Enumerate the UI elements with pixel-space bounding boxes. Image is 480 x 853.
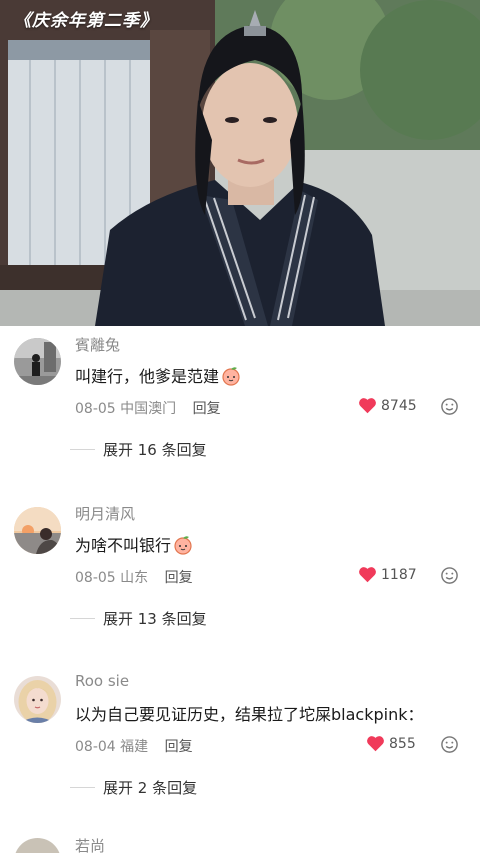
comment-username[interactable]: 若尚 xyxy=(75,835,105,853)
expand-replies-label: 展开 16 条回复 xyxy=(103,441,207,459)
heart-icon xyxy=(359,567,376,583)
like-button[interactable]: 855 xyxy=(366,735,416,752)
comment-username[interactable]: 明月清风 xyxy=(75,503,135,524)
emoji-reaction-button[interactable] xyxy=(440,397,459,420)
comment-meta: 08-05 中国澳门 回复 xyxy=(75,398,221,418)
video-frame xyxy=(0,0,480,326)
heart-icon xyxy=(367,736,384,752)
comment-location: 中国澳门 xyxy=(120,401,177,417)
comment-location: 山东 xyxy=(120,570,149,586)
comment-text: 以为自己要见证历史，结果拉了坨屎blackpink： xyxy=(75,701,423,725)
like-count: 8745 xyxy=(381,397,417,414)
comment-text: 为啥不叫银行 xyxy=(75,532,193,559)
comment-date: 08-04 xyxy=(75,739,116,755)
user-avatar[interactable] xyxy=(14,676,61,723)
reply-button[interactable]: 回复 xyxy=(193,401,221,417)
comment-location: 福建 xyxy=(120,739,149,755)
heart-icon xyxy=(359,398,376,414)
peach-emoji-icon xyxy=(221,366,241,390)
comment-meta: 08-05 山东 回复 xyxy=(75,567,193,587)
smiley-face-icon xyxy=(441,398,458,415)
sunset-avatar-icon xyxy=(14,507,61,554)
comment-item: Roo sie 以为自己要见证历史，结果拉了坨屎blackpink： 08-04… xyxy=(0,664,480,833)
expand-replies-label: 展开 2 条回复 xyxy=(103,779,198,797)
comment-item: 賓離兔 叫建行，他爹是范建 08-05 中国澳门 回复 8745 展开 16 条… xyxy=(0,326,480,495)
comment-text-body: 以为自己要见证历史，结果拉了坨屎blackpink： xyxy=(75,705,424,724)
like-count: 1187 xyxy=(381,566,417,583)
expand-replies-button[interactable]: 展开 2 条回复 xyxy=(70,777,197,798)
comment-text: 叫建行，他爹是范建 xyxy=(75,363,241,390)
expand-replies-label: 展开 13 条回复 xyxy=(103,610,207,628)
user-avatar[interactable] xyxy=(14,838,61,853)
comment-text-body: 为啥不叫银行 xyxy=(75,536,172,555)
comment-list: 賓離兔 叫建行，他爹是范建 08-05 中国澳门 回复 8745 展开 16 条… xyxy=(0,326,480,853)
user-avatar[interactable] xyxy=(14,338,61,385)
like-button[interactable]: 8745 xyxy=(358,397,417,414)
like-count: 855 xyxy=(389,735,416,752)
divider xyxy=(70,618,95,619)
smiley-face-icon xyxy=(441,736,458,753)
peach-emoji-icon xyxy=(173,535,193,559)
comment-username[interactable]: Roo sie xyxy=(75,672,129,690)
comment-date: 08-05 xyxy=(75,570,116,586)
smiley-face-icon xyxy=(441,567,458,584)
reply-button[interactable]: 回复 xyxy=(165,739,193,755)
emoji-reaction-button[interactable] xyxy=(440,566,459,589)
like-button[interactable]: 1187 xyxy=(358,566,417,583)
comment-username[interactable]: 賓離兔 xyxy=(75,334,120,355)
divider xyxy=(70,449,95,450)
comment-text-body: 叫建行，他爹是范建 xyxy=(75,367,220,386)
blonde-girl-avatar-icon xyxy=(14,676,61,723)
comment-date: 08-05 xyxy=(75,401,116,417)
comment-item-partial: 若尚 xyxy=(0,833,480,853)
comment-item: 明月清风 为啥不叫银行 08-05 山东 回复 1187 展开 13 条回复 xyxy=(0,495,480,664)
video-title: 《庆余年第二季》 xyxy=(14,11,158,31)
expand-replies-button[interactable]: 展开 13 条回复 xyxy=(70,608,207,629)
comment-meta: 08-04 福建 回复 xyxy=(75,736,193,756)
person-silhouette-avatar-icon xyxy=(14,338,61,385)
user-avatar[interactable] xyxy=(14,507,61,554)
divider xyxy=(70,787,95,788)
emoji-reaction-button[interactable] xyxy=(440,735,459,758)
reply-button[interactable]: 回复 xyxy=(165,570,193,586)
video-player[interactable]: 《庆余年第二季》 xyxy=(0,0,480,326)
expand-replies-button[interactable]: 展开 16 条回复 xyxy=(70,439,207,460)
